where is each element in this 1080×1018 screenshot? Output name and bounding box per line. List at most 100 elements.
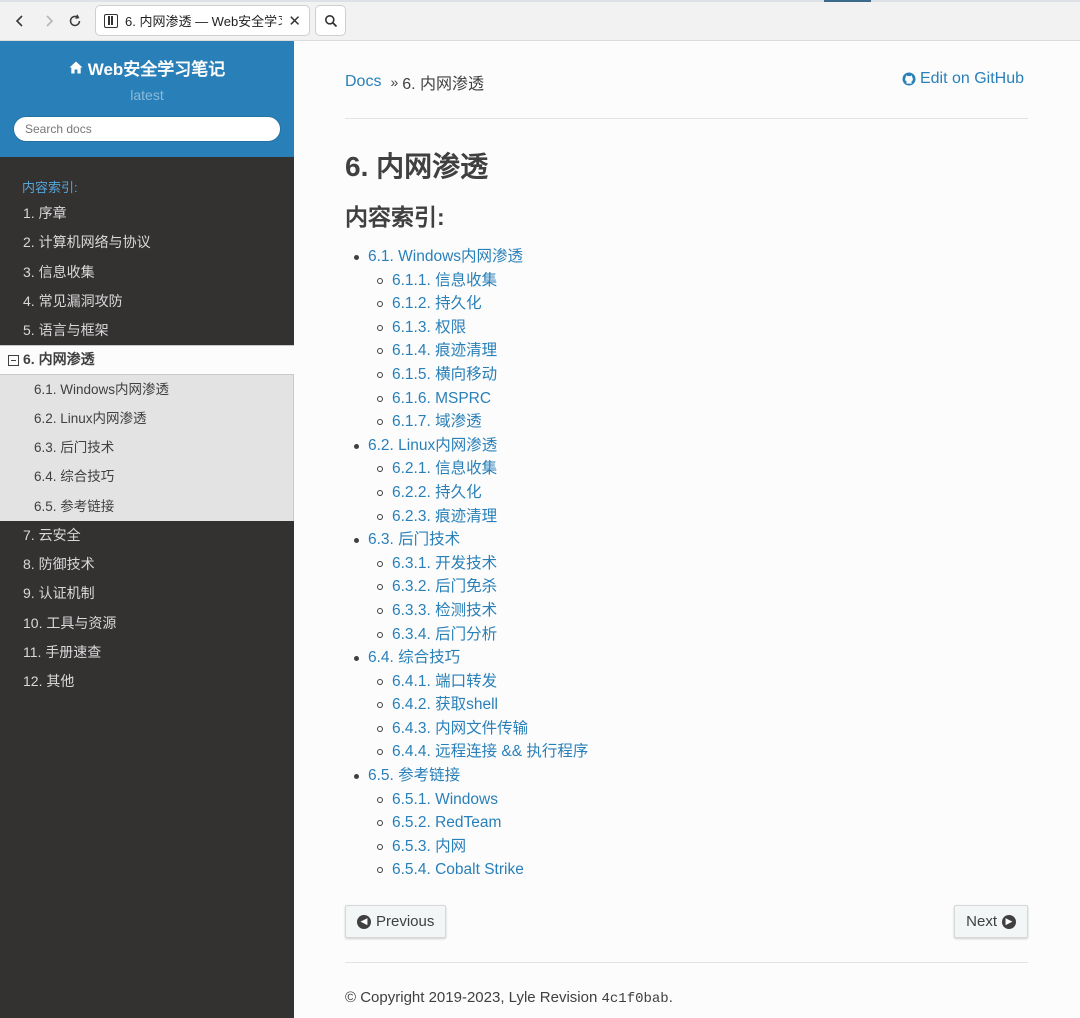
tab-strip-line xyxy=(0,0,1080,2)
circle-bullet-icon xyxy=(377,324,383,331)
toc-sublink[interactable]: 6.1.7. 域渗透 xyxy=(352,410,588,434)
toc-sublink-label: 6.1.1. 信息收集 xyxy=(392,271,498,289)
close-tab-icon[interactable]: ✕ xyxy=(288,12,301,30)
home-icon xyxy=(69,61,83,74)
sidebar-item[interactable]: 9. 认证机制 xyxy=(0,579,294,608)
sidebar-item-current[interactable]: 6. 内网渗透 xyxy=(0,345,294,375)
reload-button[interactable] xyxy=(63,9,87,33)
sidebar-item[interactable]: 4. 常见漏洞攻防 xyxy=(0,287,294,316)
toc-sublink[interactable]: 6.2.2. 持久化 xyxy=(352,481,588,505)
bullet-icon xyxy=(354,538,359,544)
sidebar-subitem[interactable]: 6.5. 参考链接 xyxy=(0,491,294,521)
search-docs-input[interactable] xyxy=(13,116,281,142)
edit-on-github-link[interactable]: Edit on GitHub xyxy=(902,70,1024,88)
back-arrow-icon xyxy=(15,15,23,27)
breadcrumb-docs-link[interactable]: Docs xyxy=(345,73,381,91)
page-title: 6. 内网渗透 xyxy=(345,151,489,182)
toc-link-label: 6.4. 综合技巧 xyxy=(368,649,461,667)
toc-sublink[interactable]: 6.5.4. Cobalt Strike xyxy=(352,858,588,882)
toc-sublink[interactable]: 6.4.4. 远程连接 && 执行程序 xyxy=(352,740,588,764)
toc-sublink[interactable]: 6.3.3. 检测技术 xyxy=(352,599,588,623)
toc-sublink[interactable]: 6.3.4. 后门分析 xyxy=(352,623,588,647)
sidebar-subitem[interactable]: 6.2. Linux内网渗透 xyxy=(0,403,294,434)
circle-bullet-icon xyxy=(377,796,383,803)
toc-sublink-label: 6.2.1. 信息收集 xyxy=(392,460,498,478)
toc-link[interactable]: 6.2. Linux内网渗透 xyxy=(352,434,588,458)
bullet-icon xyxy=(354,255,359,260)
toc-sublink[interactable]: 6.2.3. 痕迹清理 xyxy=(352,505,588,529)
toc-link-label: 6.3. 后门技术 xyxy=(368,531,461,549)
next-button[interactable]: Next ▶ xyxy=(954,905,1028,938)
sidebar-item[interactable]: 8. 防御技术 xyxy=(0,550,294,579)
forward-button[interactable] xyxy=(37,9,61,33)
circle-bullet-icon xyxy=(377,584,383,591)
toc-sublink[interactable]: 6.1.3. 权限 xyxy=(352,316,588,340)
toc-sublink-label: 6.5.1. Windows xyxy=(392,790,498,808)
search-tab-button[interactable] xyxy=(315,5,346,36)
sidebar-item[interactable]: 1. 序章 xyxy=(0,199,294,228)
toc-sublink[interactable]: 6.1.2. 持久化 xyxy=(352,292,588,316)
bullet-icon xyxy=(354,656,359,662)
toc-sublink[interactable]: 6.1.5. 横向移动 xyxy=(352,363,588,387)
sidebar-item[interactable]: 10. 工具与资源 xyxy=(0,609,294,638)
toc-sublink[interactable]: 6.5.2. RedTeam xyxy=(352,811,588,835)
sidebar-toc: 1. 序章 2. 计算机网络与协议 3. 信息收集 4. 常见漏洞攻防 5. 语… xyxy=(0,199,294,697)
toc-sublink[interactable]: 6.5.1. Windows xyxy=(352,788,588,812)
toc-sublink[interactable]: 6.2.1. 信息收集 xyxy=(352,457,588,481)
toc-sublink-label: 6.5.2. RedTeam xyxy=(392,814,502,832)
toc-sublink-label: 6.5.4. Cobalt Strike xyxy=(392,861,524,879)
sidebar-subitem[interactable]: 6.3. 后门技术 xyxy=(0,433,294,463)
sidebar-item[interactable]: 2. 计算机网络与协议 xyxy=(0,228,294,257)
toc-sublink[interactable]: 6.5.3. 内网 xyxy=(352,835,588,859)
toc-sublink-label: 6.1.5. 横向移动 xyxy=(392,365,498,383)
toc-sublink[interactable]: 6.1.6. MSPRC xyxy=(352,387,588,411)
toc-sublink[interactable]: 6.1.1. 信息收集 xyxy=(352,269,588,293)
toc-link[interactable]: 6.5. 参考链接 xyxy=(352,764,588,788)
next-label: Next xyxy=(966,913,997,930)
toc-sublink-label: 6.4.4. 远程连接 && 执行程序 xyxy=(392,743,589,761)
circle-bullet-icon xyxy=(377,631,383,638)
browser-toolbar: 6. 内网渗透 — Web安全学习笔记 ✕ xyxy=(0,0,1080,41)
previous-button[interactable]: ◀ Previous xyxy=(345,905,447,938)
circle-bullet-icon xyxy=(377,277,383,284)
collapse-icon[interactable] xyxy=(8,354,19,366)
arrow-circle-right-icon: ▶ xyxy=(1002,914,1016,929)
sidebar-item[interactable]: 11. 手册速查 xyxy=(0,638,294,667)
project-home-link[interactable]: Web安全学习笔记 xyxy=(0,55,294,80)
browser-tab[interactable]: 6. 内网渗透 — Web安全学习笔记 ✕ xyxy=(95,5,310,36)
toc-link[interactable]: 6.3. 后门技术 xyxy=(352,528,588,552)
footer: © Copyright 2019-2023, Lyle Revision 4c1… xyxy=(345,989,673,1007)
toc-sublink[interactable]: 6.1.4. 痕迹清理 xyxy=(352,339,588,363)
toc-sublink[interactable]: 6.4.3. 内网文件传输 xyxy=(352,717,588,741)
sidebar-item[interactable]: 7. 云安全 xyxy=(0,521,294,550)
circle-bullet-icon xyxy=(377,820,383,827)
book-icon xyxy=(104,13,118,28)
toc-tree: 6.1. Windows内网渗透 6.1.1. 信息收集 6.1.2. 持久化 … xyxy=(352,245,588,882)
tab-strip-accent xyxy=(824,0,871,2)
circle-bullet-icon xyxy=(377,867,383,874)
revision-hash: 4c1f0bab xyxy=(601,991,669,1007)
toc-sublink-label: 6.2.2. 持久化 xyxy=(392,483,482,501)
circle-bullet-icon xyxy=(377,395,383,402)
reload-icon xyxy=(69,14,81,27)
toc-sublink[interactable]: 6.4.2. 获取shell xyxy=(352,693,588,717)
header-divider xyxy=(345,118,1028,119)
toc-sublink-label: 6.2.3. 痕迹清理 xyxy=(392,507,498,525)
sidebar-current-label: 6. 内网渗透 xyxy=(23,351,95,368)
toc-link[interactable]: 6.4. 综合技巧 xyxy=(352,646,588,670)
toc-sublink-label: 6.4.2. 获取shell xyxy=(392,696,498,714)
sidebar-subitem[interactable]: 6.4. 综合技巧 xyxy=(0,462,294,492)
sidebar-item[interactable]: 3. 信息收集 xyxy=(0,258,294,287)
back-button[interactable] xyxy=(8,9,32,33)
sidebar-item[interactable]: 12. 其他 xyxy=(0,667,294,696)
section-heading: 内容索引: xyxy=(345,204,445,230)
circle-bullet-icon xyxy=(377,348,383,355)
toc-sublink[interactable]: 6.4.1. 端口转发 xyxy=(352,670,588,694)
toc-sublink[interactable]: 6.3.1. 开发技术 xyxy=(352,552,588,576)
sidebar-subitem[interactable]: 6.1. Windows内网渗透 xyxy=(0,374,294,404)
toc-sublink[interactable]: 6.3.2. 后门免杀 xyxy=(352,575,588,599)
toc-link[interactable]: 6.1. Windows内网渗透 xyxy=(352,245,588,269)
sidebar-item[interactable]: 5. 语言与框架 xyxy=(0,316,294,345)
search-icon xyxy=(324,14,337,27)
circle-bullet-icon xyxy=(377,301,383,308)
